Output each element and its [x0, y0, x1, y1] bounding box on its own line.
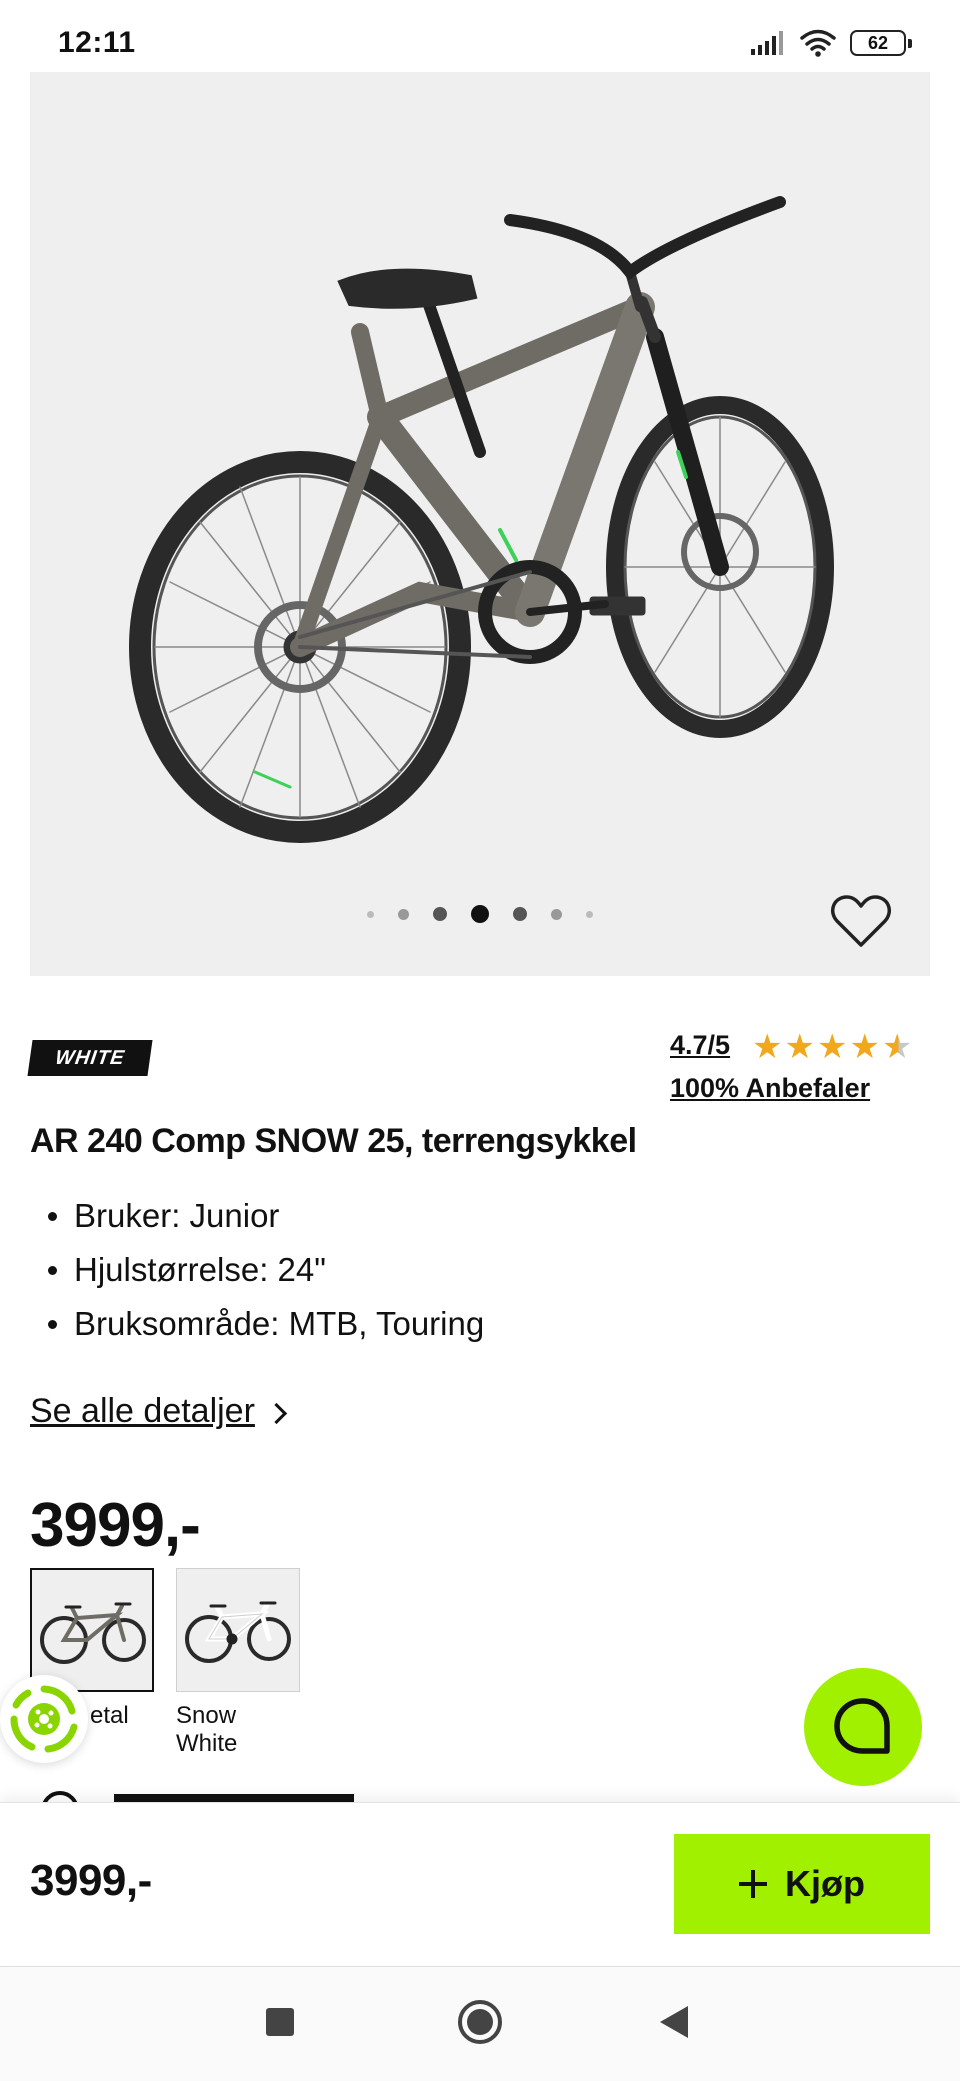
chevron-right-icon	[265, 1402, 288, 1425]
pagination-dot-active[interactable]	[471, 905, 489, 923]
variant-swatch-snow-white[interactable]	[176, 1568, 300, 1692]
rating-score[interactable]: 4.7/5	[670, 1030, 730, 1061]
feature-list: Bruker: Junior Hjulstørrelse: 24" Brukso…	[30, 1196, 484, 1358]
variant-label-line: White	[176, 1730, 238, 1757]
eco-badge[interactable]	[0, 1675, 88, 1763]
product-title: AR 240 Comp SNOW 25, terrengsykkel	[30, 1122, 637, 1160]
purchase-bar-price: 3999,-	[30, 1856, 152, 1905]
back-button[interactable]	[660, 2006, 688, 2038]
bike-illustration	[129, 196, 834, 843]
star-icon: ★	[816, 1028, 848, 1066]
status-icons: 62	[750, 26, 912, 60]
chat-button[interactable]	[804, 1668, 922, 1786]
rating-stars[interactable]: ★ ★ ★ ★ ★	[752, 1030, 912, 1064]
variant-label-metal[interactable]: etal	[90, 1702, 129, 1730]
pagination-dot[interactable]	[398, 908, 409, 920]
feature-item: Hjulstørrelse: 24"	[30, 1250, 484, 1304]
product-price: 3999,-	[30, 1491, 201, 1560]
star-icon: ★	[849, 1028, 880, 1066]
recycle-icon	[10, 1685, 78, 1753]
pagination-dot[interactable]	[586, 910, 593, 918]
pagination-dot[interactable]	[367, 910, 374, 918]
see-all-details-link[interactable]: Se alle detaljer	[30, 1392, 288, 1431]
buy-button-label: Kjøp	[785, 1863, 865, 1904]
wifi-icon	[800, 29, 836, 57]
buy-button[interactable]: Kjøp	[674, 1834, 930, 1934]
chat-icon	[834, 1698, 890, 1754]
star-icon: ★	[752, 1028, 783, 1066]
signal-icon	[751, 31, 783, 55]
feature-item: Bruksområde: MTB, Touring	[30, 1304, 484, 1358]
star-icon: ★	[784, 1028, 815, 1066]
pagination-dot[interactable]	[551, 908, 562, 920]
feature-item: Bruker: Junior	[30, 1196, 484, 1250]
store-icon	[42, 1791, 354, 1802]
battery-icon: 62	[850, 30, 912, 56]
plus-icon	[739, 1870, 767, 1898]
variant-label-line: Snow	[176, 1702, 237, 1729]
product-image[interactable]	[30, 72, 930, 976]
bike-thumbnail	[185, 1601, 291, 1663]
variant-label-line: etal	[90, 1702, 129, 1729]
recommend-link[interactable]: 100% Anbefaler	[670, 1073, 870, 1104]
store-availability-peek	[30, 1788, 410, 1802]
pagination-dot[interactable]	[433, 907, 447, 921]
status-time: 12:11	[58, 26, 136, 59]
variant-swatch-metal[interactable]	[30, 1568, 154, 1692]
details-link-label: Se alle detaljer	[30, 1392, 255, 1430]
heart-icon[interactable]	[830, 893, 892, 949]
battery-level: 62	[867, 32, 889, 53]
brand-logo-text: WHITE	[53, 1046, 127, 1069]
recents-button[interactable]	[266, 2008, 294, 2036]
variant-label-snow-white[interactable]: Snow White	[176, 1702, 237, 1758]
star-half-icon: ★	[881, 1028, 913, 1066]
bike-thumbnail	[40, 1602, 146, 1664]
brand-logo[interactable]: WHITE	[27, 1040, 153, 1076]
home-button[interactable]	[458, 2000, 502, 2044]
pagination-dot[interactable]	[513, 907, 527, 921]
gallery-pagination[interactable]	[0, 905, 960, 923]
